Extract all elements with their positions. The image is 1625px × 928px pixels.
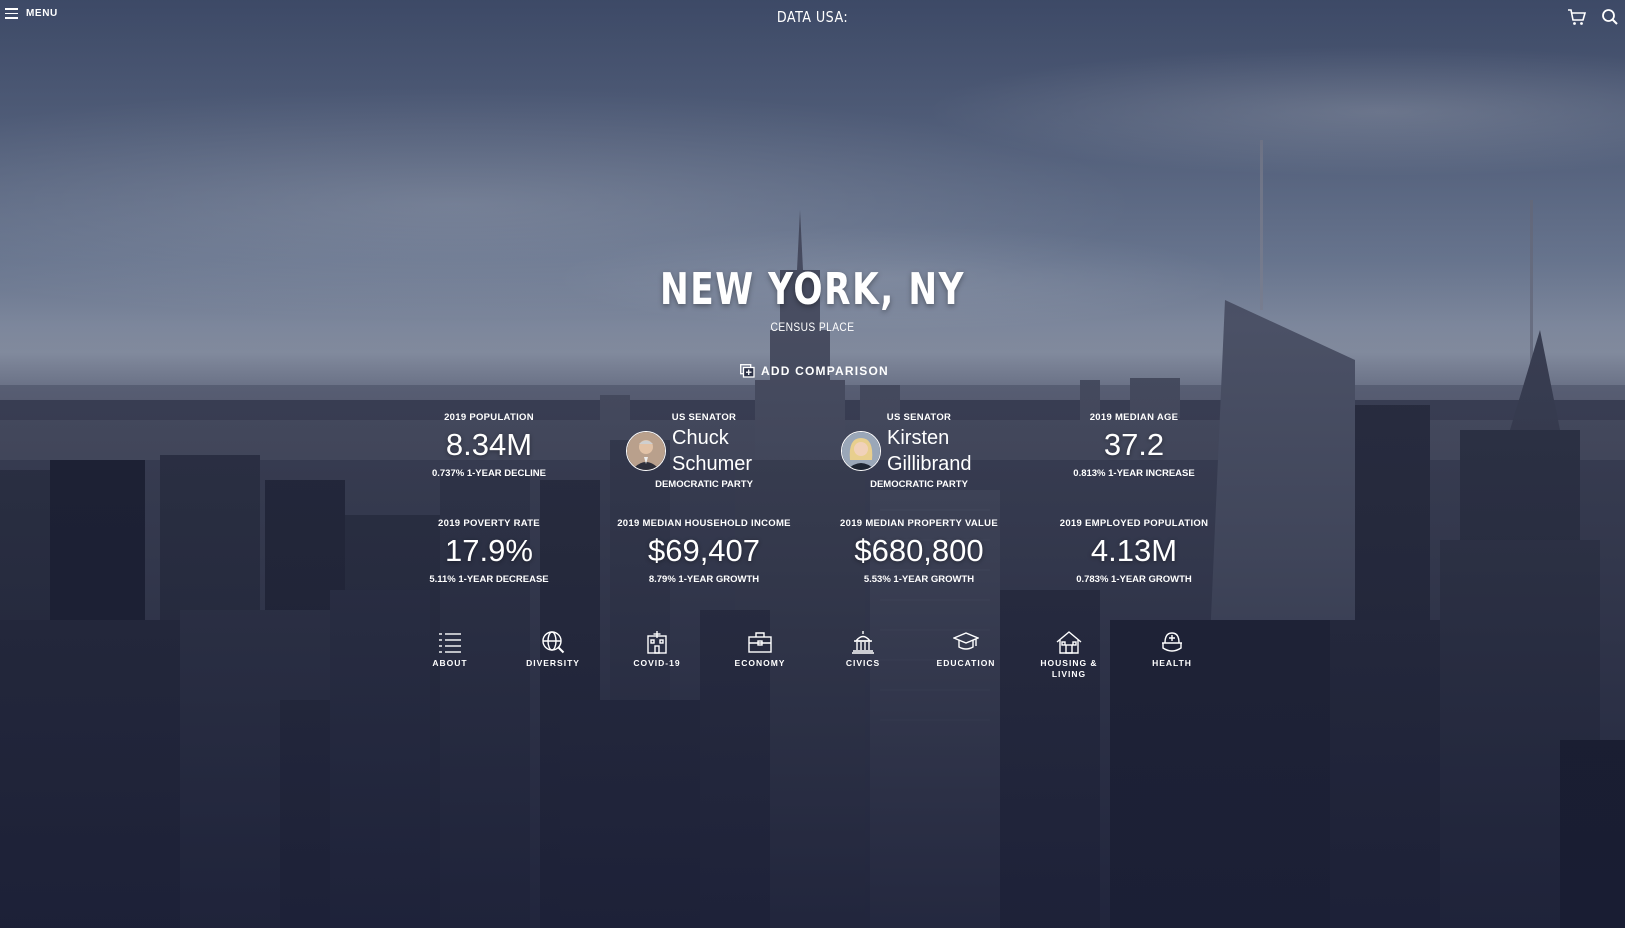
senator-party: DEMOCRATIC PARTY xyxy=(655,479,753,490)
stat-median-age: 2019 MEDIAN AGE 37.2 0.813% 1-YEAR INCRE… xyxy=(1034,412,1234,479)
menu-label: MENU xyxy=(26,8,58,19)
stat-label: 2019 MEDIAN PROPERTY VALUE xyxy=(840,518,998,529)
topic-housing-living[interactable]: HOUSING & LIVING xyxy=(1029,630,1109,680)
stat-value: 8.34M xyxy=(445,427,533,462)
hospital-icon xyxy=(647,631,667,654)
stat-label: 2019 MEDIAN AGE xyxy=(1089,412,1179,423)
stat-label: 2019 POVERTY RATE xyxy=(438,518,540,529)
stat-value: 37.2 xyxy=(1103,427,1165,462)
stat-value: 17.9% xyxy=(445,533,533,568)
stat-change: 8.79% 1-YEAR GROWTH xyxy=(648,574,760,585)
topic-label: DIVERSITY xyxy=(526,658,580,668)
topic-diversity[interactable]: DIVERSITY xyxy=(513,630,593,669)
topic-label: ABOUT xyxy=(432,658,468,668)
topic-economy[interactable]: ECONOMY xyxy=(720,630,800,669)
stat-median-property-value: 2019 MEDIAN PROPERTY VALUE $680,800 5.53… xyxy=(819,518,1019,585)
senator-card-gillibrand[interactable]: US SENATOR Kirsten Gillibrand DEMOCRATIC… xyxy=(809,412,1029,490)
stat-value: $680,800 xyxy=(854,533,984,568)
stat-employed-population: 2019 EMPLOYED POPULATION 4.13M 0.783% 1-… xyxy=(1034,518,1234,585)
senator-avatar-schumer xyxy=(626,431,666,471)
stat-label: 2019 EMPLOYED POPULATION xyxy=(1059,518,1209,529)
cart-icon[interactable] xyxy=(1567,7,1587,27)
senator-last-name: Schumer xyxy=(672,453,753,475)
datausa-logo[interactable]: DATA USA: xyxy=(122,8,1503,26)
capitol-icon xyxy=(852,631,874,654)
menu-button[interactable]: MENU xyxy=(5,8,58,19)
stat-poverty-rate: 2019 POVERTY RATE 17.9% 5.11% 1-YEAR DEC… xyxy=(389,518,589,585)
senator-first-name: Chuck xyxy=(672,427,729,449)
add-comparison-label: ADD COMPARISON xyxy=(761,364,889,378)
add-comparison-icon xyxy=(740,364,755,378)
topic-label: ECONOMY xyxy=(734,658,786,668)
top-navigation-bar: MENU DATA USA: xyxy=(0,0,1625,36)
briefcase-icon xyxy=(748,632,772,653)
stat-change: 0.737% 1-YEAR DECLINE xyxy=(431,468,547,479)
hamburger-icon xyxy=(5,8,18,19)
stat-population: 2019 POPULATION 8.34M 0.737% 1-YEAR DECL… xyxy=(389,412,589,479)
senator-name: Kirsten Gillibrand xyxy=(887,425,997,477)
stat-median-household-income: 2019 MEDIAN HOUSEHOLD INCOME $69,407 8.7… xyxy=(604,518,804,585)
stat-label: 2019 POPULATION xyxy=(444,412,534,423)
graduation-cap-icon xyxy=(953,632,979,650)
stat-value: 4.13M xyxy=(1090,533,1178,568)
page-title: NEW YORK, NY xyxy=(659,264,966,315)
stat-value: $69,407 xyxy=(647,533,761,568)
topic-label: HOUSING & LIVING xyxy=(1040,658,1098,679)
stat-change: 0.813% 1-YEAR INCREASE xyxy=(1073,468,1195,479)
stat-label: 2019 MEDIAN HOUSEHOLD INCOME xyxy=(617,518,791,529)
stat-change: 0.783% 1-YEAR GROWTH xyxy=(1076,574,1192,585)
house-icon xyxy=(1056,631,1082,654)
topic-label: CIVICS xyxy=(845,658,881,668)
search-icon[interactable] xyxy=(1600,7,1620,27)
senator-first-name: Kirsten xyxy=(887,427,950,449)
senator-last-name: Gillibrand xyxy=(887,453,972,475)
topic-about[interactable]: ABOUT xyxy=(410,630,490,669)
add-comparison-button[interactable]: ADD COMPARISON xyxy=(740,364,889,378)
senator-avatar-gillibrand xyxy=(841,431,881,471)
page-subtitle: CENSUS PLACE xyxy=(770,320,855,334)
senator-card-schumer[interactable]: US SENATOR Chuck Schumer DEMOCRATIC PART… xyxy=(594,412,814,490)
topic-education[interactable]: EDUCATION xyxy=(926,630,1006,669)
heart-hand-icon xyxy=(1162,632,1182,652)
senator-name: Chuck Schumer xyxy=(672,425,782,477)
topic-covid-19[interactable]: COVID-19 xyxy=(617,630,697,669)
topic-civics[interactable]: CIVICS xyxy=(823,630,903,669)
topic-label: EDUCATION xyxy=(936,658,996,668)
topic-health[interactable]: HEALTH xyxy=(1132,630,1212,669)
globe-magnifier-icon xyxy=(542,631,565,654)
senator-label: US SENATOR xyxy=(671,412,737,423)
list-icon xyxy=(439,633,461,653)
senator-label: US SENATOR xyxy=(886,412,952,423)
stat-change: 5.11% 1-YEAR DECREASE xyxy=(429,574,549,585)
topic-label: HEALTH xyxy=(1152,658,1192,668)
topic-label: COVID-19 xyxy=(633,658,681,668)
stat-change: 5.53% 1-YEAR GROWTH xyxy=(863,574,975,585)
senator-party: DEMOCRATIC PARTY xyxy=(870,479,968,490)
